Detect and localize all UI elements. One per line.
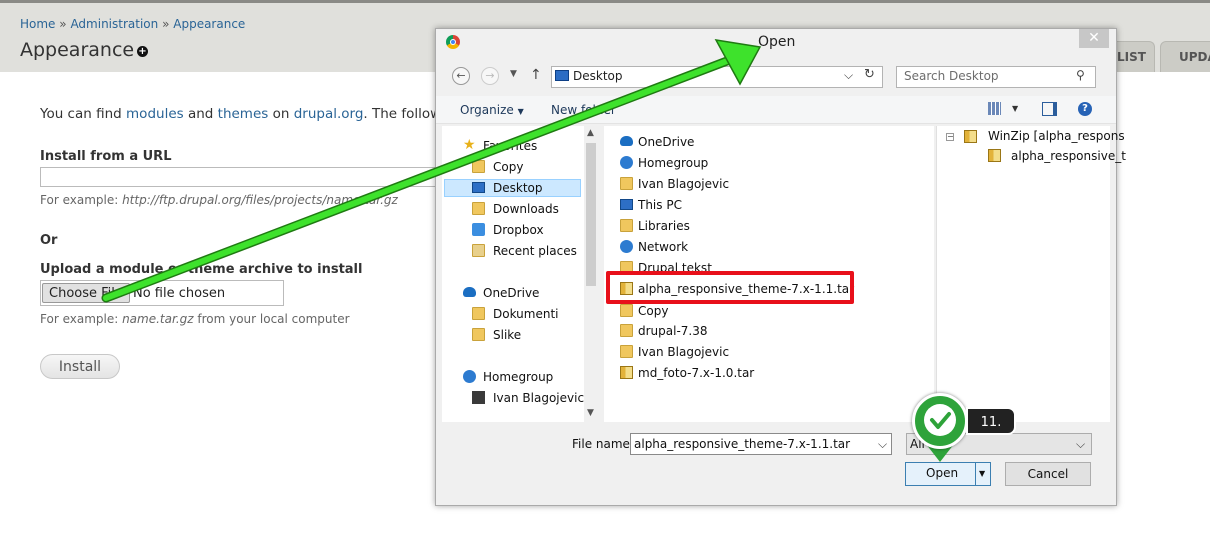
arrow-shaft — [103, 58, 730, 301]
checkmark-svg — [930, 412, 951, 429]
annotation-arrow — [101, 39, 762, 303]
check-icon — [924, 404, 956, 436]
step-number: 11. — [966, 407, 1016, 435]
